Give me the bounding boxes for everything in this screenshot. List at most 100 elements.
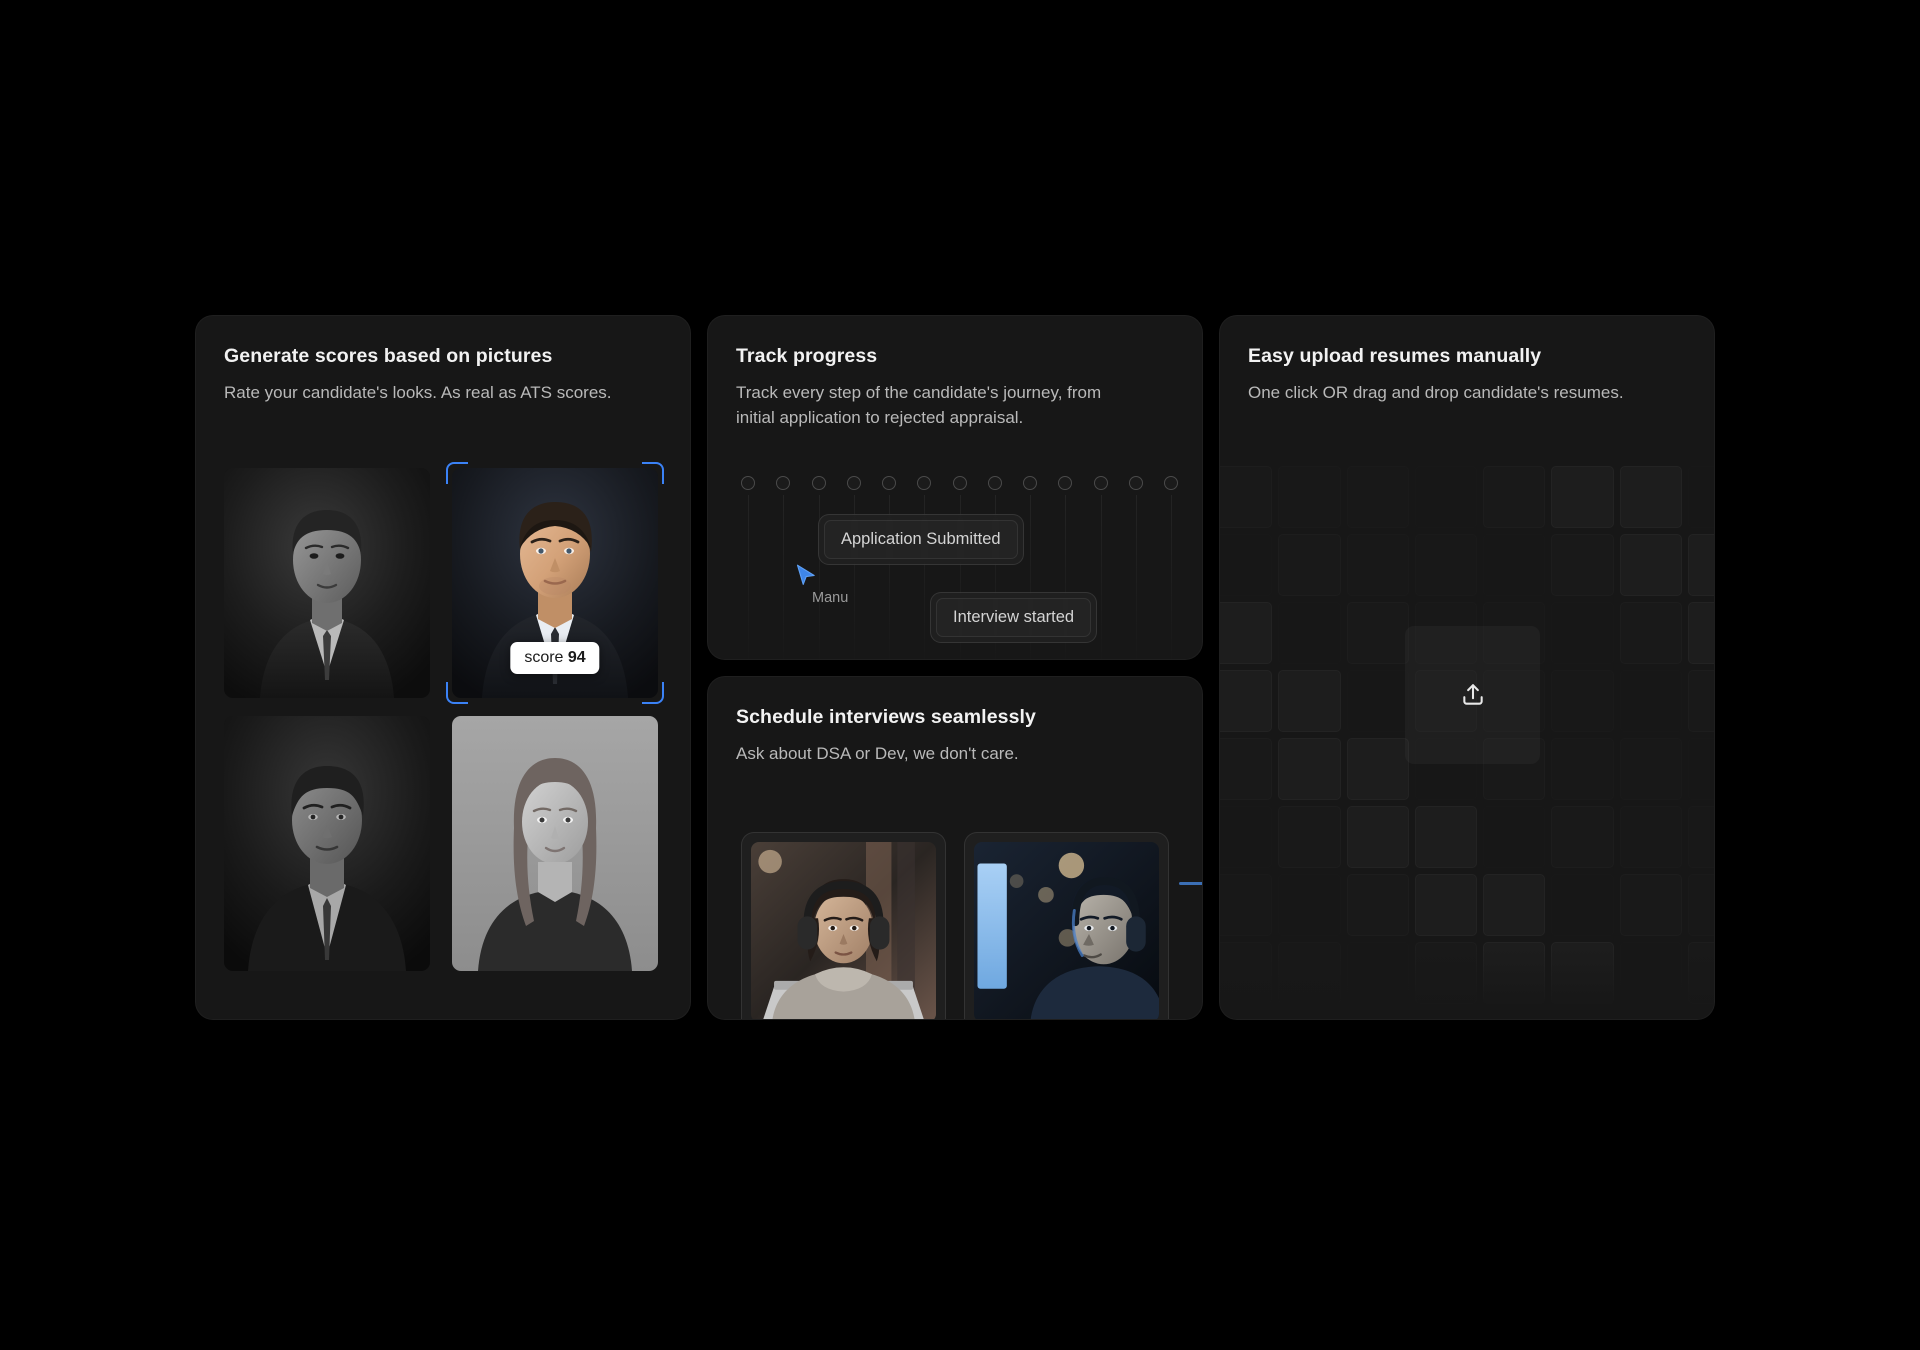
progress-step-dot[interactable] [952, 476, 967, 659]
resume-tile [1347, 670, 1409, 732]
resume-tile [1220, 602, 1272, 664]
status-badge-interview-started[interactable]: Interview started [930, 592, 1098, 643]
card-upload-resumes[interactable]: Easy upload resumes manually One click O… [1219, 315, 1715, 1020]
resume-tile [1220, 942, 1272, 1004]
page-title: Track progress [736, 345, 878, 367]
middle-column: Track progress Track every step of the c… [707, 315, 1203, 1020]
collaborator-cursor: Manu [796, 564, 848, 606]
candidate-photo-1[interactable] [224, 468, 430, 698]
resume-tile [1688, 1010, 1714, 1019]
resume-tile [1688, 874, 1714, 936]
resume-tile [1278, 602, 1340, 664]
resume-tile [1620, 670, 1682, 732]
resume-tile [1620, 602, 1682, 664]
candidate-photo-2-selected[interactable]: score 94 [446, 462, 664, 704]
progress-step-dot[interactable] [741, 476, 755, 659]
candidate-photo-grid: score 94 [224, 462, 668, 971]
resume-tile [1347, 874, 1409, 936]
resume-tile [1688, 806, 1714, 868]
page-title: Schedule interviews seamlessly [736, 706, 1036, 728]
resume-tile [1278, 738, 1340, 800]
video-frame [751, 842, 936, 1019]
card-header: Track progress Track every step of the c… [708, 316, 1202, 431]
resume-tile [1551, 738, 1613, 800]
resume-tile [1620, 942, 1682, 1004]
progress-step-dot[interactable] [987, 476, 1002, 659]
resume-tile [1483, 942, 1545, 1004]
card-subtitle: Ask about DSA or Dev, we don't care. [736, 744, 1019, 764]
resume-tile [1347, 1010, 1409, 1019]
progress-step-dot[interactable] [917, 476, 932, 659]
candidate-photo-3[interactable] [224, 716, 430, 971]
interviewer-video-image [974, 842, 1159, 1019]
portrait-image [224, 716, 430, 971]
resume-tile [1278, 466, 1340, 528]
video-frame [974, 842, 1159, 1019]
candidate-photo-4[interactable] [452, 716, 658, 971]
portrait-image [224, 468, 430, 698]
card-track-progress[interactable]: Track progress Track every step of the c… [707, 315, 1203, 660]
resume-tile [1347, 738, 1409, 800]
progress-step-dot[interactable] [846, 476, 861, 659]
video-tile-interviewer[interactable] [964, 832, 1169, 1019]
resume-tile [1220, 466, 1272, 528]
resume-tile [1551, 874, 1613, 936]
resume-tile [1551, 1010, 1613, 1019]
resume-tile [1620, 1010, 1682, 1019]
progress-step-dot[interactable] [1093, 476, 1108, 659]
resume-tile [1688, 670, 1714, 732]
resume-tile [1347, 602, 1409, 664]
card-header: Generate scores based on pictures Rate y… [196, 316, 690, 406]
resume-tile [1551, 806, 1613, 868]
drop-zone-target[interactable] [1405, 626, 1540, 764]
progress-step-dot[interactable] [1128, 476, 1143, 659]
resume-tile [1278, 874, 1340, 936]
upload-drop-area[interactable] [1220, 466, 1714, 1019]
resume-tile [1688, 466, 1714, 528]
progress-step-dots [741, 476, 1178, 659]
progress-step-dot[interactable] [811, 476, 826, 659]
video-call-tiles [741, 832, 1202, 1019]
status-badge-application-submitted[interactable]: Application Submitted [818, 514, 1024, 565]
resume-tile [1620, 806, 1682, 868]
portrait-image [452, 716, 658, 971]
resume-tile [1220, 806, 1272, 868]
resume-tile [1415, 942, 1477, 1004]
resume-tile [1620, 874, 1682, 936]
resume-tile [1220, 874, 1272, 936]
connector-line-accent [1179, 882, 1202, 885]
card-generate-scores[interactable]: Generate scores based on pictures Rate y… [195, 315, 691, 1020]
progress-step-dot[interactable] [1023, 476, 1037, 659]
status-badge-label: Application Submitted [824, 520, 1018, 559]
resume-tile [1347, 534, 1409, 596]
collaborator-name-label: Manu [812, 590, 849, 606]
resume-tile [1278, 806, 1340, 868]
progress-step-dot[interactable] [776, 476, 791, 659]
resume-tile [1415, 534, 1477, 596]
score-value: 94 [567, 649, 586, 666]
card-schedule-interviews[interactable]: Schedule interviews seamlessly Ask about… [707, 676, 1203, 1020]
video-tile-interviewee[interactable] [741, 832, 946, 1019]
progress-step-dot[interactable] [1058, 476, 1073, 659]
resume-tile [1688, 738, 1714, 800]
card-header: Easy upload resumes manually One click O… [1220, 316, 1714, 406]
card-subtitle: Track every step of the candidate's jour… [736, 383, 1102, 428]
resume-tile [1483, 466, 1545, 528]
resume-tile [1483, 806, 1545, 868]
progress-step-dot[interactable] [882, 476, 896, 659]
resume-tile [1278, 670, 1340, 732]
resume-tile [1415, 466, 1477, 528]
resume-tile [1415, 806, 1477, 868]
resume-tile [1551, 670, 1613, 732]
progress-step-dot[interactable] [1164, 476, 1178, 659]
upload-icon [1462, 684, 1483, 705]
resume-tile [1220, 534, 1272, 596]
resume-tile [1220, 1010, 1272, 1019]
resume-tile [1688, 602, 1714, 664]
cursor-pointer-icon [796, 564, 815, 585]
resume-tile [1415, 874, 1477, 936]
resume-tile [1220, 738, 1272, 800]
card-header: Schedule interviews seamlessly Ask about… [708, 677, 1202, 767]
resume-tile [1347, 466, 1409, 528]
resume-tile [1620, 466, 1682, 528]
